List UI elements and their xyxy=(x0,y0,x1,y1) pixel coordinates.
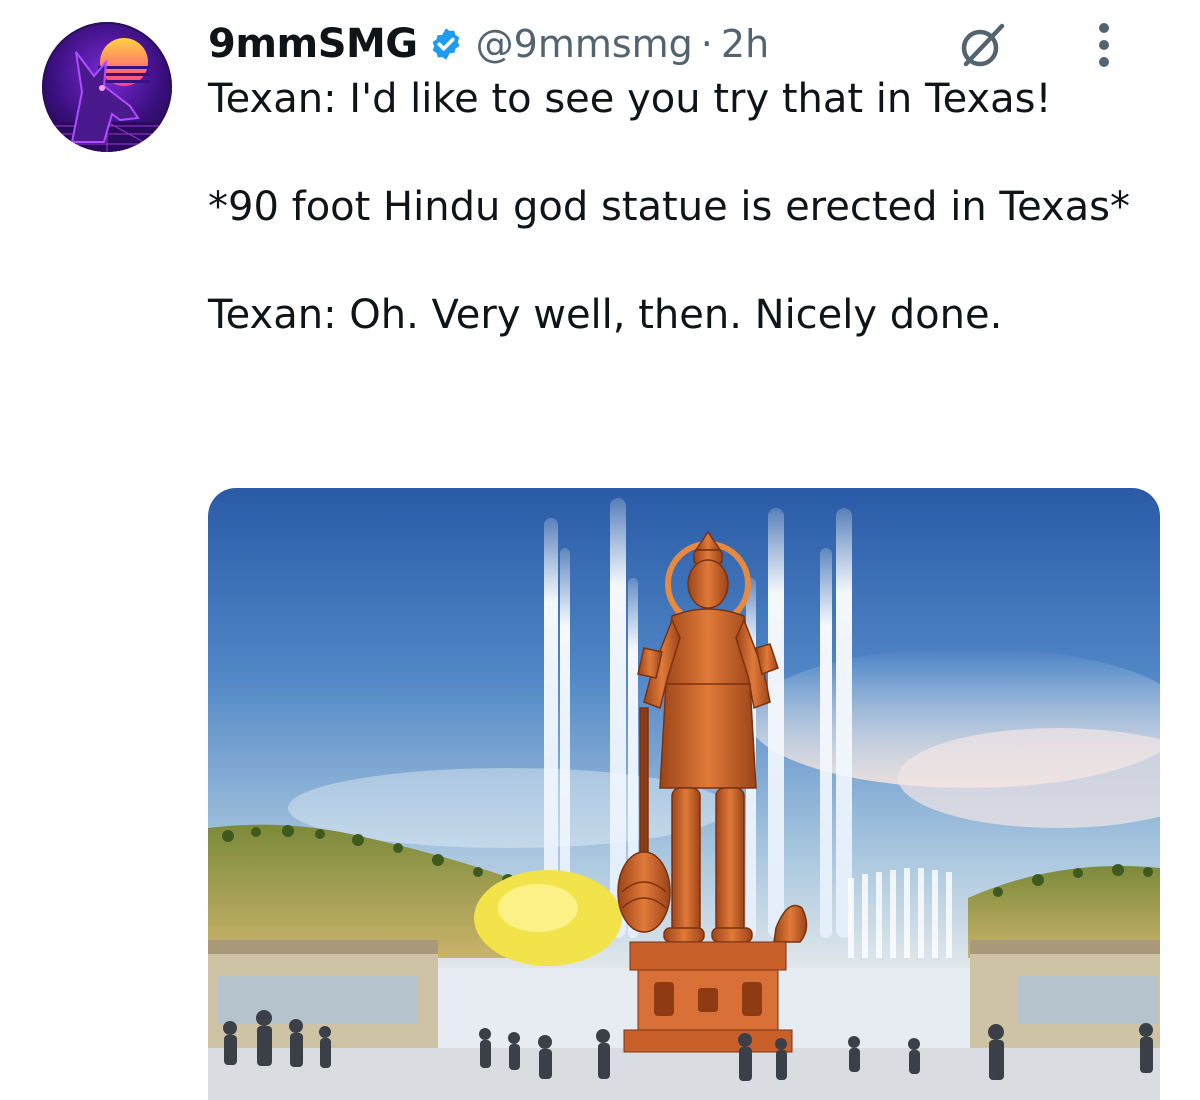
user-handle[interactable]: @9mmsmg xyxy=(476,22,693,66)
more-vertical-icon[interactable] xyxy=(1096,20,1112,70)
separator-dot: · xyxy=(700,22,713,66)
tweet-line-1: Texan: I'd like to see you try that in T… xyxy=(208,76,1052,122)
grok-icon[interactable] xyxy=(954,18,1010,74)
timestamp[interactable]: 2h xyxy=(721,22,769,66)
display-name[interactable]: 9mmSMG xyxy=(208,21,418,67)
tweet-media-image[interactable] xyxy=(208,488,1160,1100)
avatar[interactable] xyxy=(42,22,172,152)
tweet-header: 9mmSMG @9mmsmg · 2h xyxy=(208,14,1160,74)
avatar-image xyxy=(42,38,172,152)
verified-badge-icon xyxy=(428,26,464,62)
tweet-line-3: Texan: Oh. Very well, then. Nicely done. xyxy=(208,292,1003,338)
statue-scene-illustration xyxy=(208,498,1160,1100)
tweet-text: Texan: I'd like to see you try that in T… xyxy=(208,72,1168,342)
tweet-line-2: *90 foot Hindu god statue is erected in … xyxy=(208,184,1130,230)
